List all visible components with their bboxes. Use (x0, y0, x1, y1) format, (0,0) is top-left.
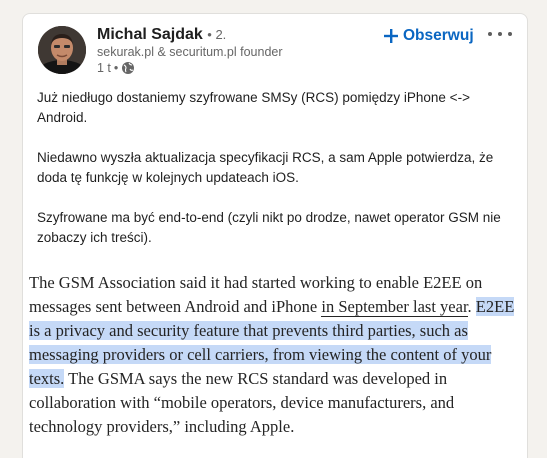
article-text: The GSMA says the new RCS standard was d… (29, 369, 455, 436)
meta-separator: • (113, 61, 119, 75)
avatar-photo (38, 26, 86, 74)
avatar[interactable] (38, 26, 86, 74)
author-line: Michal Sajdak • 2. (97, 26, 226, 44)
post-paragraph: Niedawno wyszła aktualizacja specyfikacj… (37, 150, 494, 185)
more-icon[interactable] (488, 26, 512, 42)
post-time: 1 t (97, 61, 111, 75)
more-dot (498, 32, 502, 36)
post-header: Michal Sajdak • 2. sekurak.pl & securitu… (23, 14, 527, 84)
post-text: Już niedługo dostaniemy szyfrowane SMSy … (37, 88, 507, 268)
connection-degree: • 2. (207, 27, 227, 42)
article-text: . (467, 297, 472, 316)
plus-icon (384, 29, 398, 43)
article-link[interactable]: in September last year (321, 297, 468, 317)
globe-icon (121, 61, 135, 75)
post-paragraph: Już niedługo dostaniemy szyfrowane SMSy … (37, 90, 470, 125)
follow-label: Obserwuj (403, 27, 474, 44)
post-meta: 1 t • (97, 61, 135, 75)
more-dot (488, 32, 492, 36)
post-card: Michal Sajdak • 2. sekurak.pl & securitu… (22, 13, 528, 458)
more-dot (508, 32, 512, 36)
author-name[interactable]: Michal Sajdak (97, 26, 203, 43)
article-excerpt: The GSM Association said it had started … (29, 271, 523, 439)
follow-button[interactable]: Obserwuj (384, 24, 474, 48)
post-paragraph: Szyfrowane ma być end-to-end (czyli nikt… (37, 210, 501, 245)
author-headline: sekurak.pl & securitum.pl founder (97, 45, 283, 59)
